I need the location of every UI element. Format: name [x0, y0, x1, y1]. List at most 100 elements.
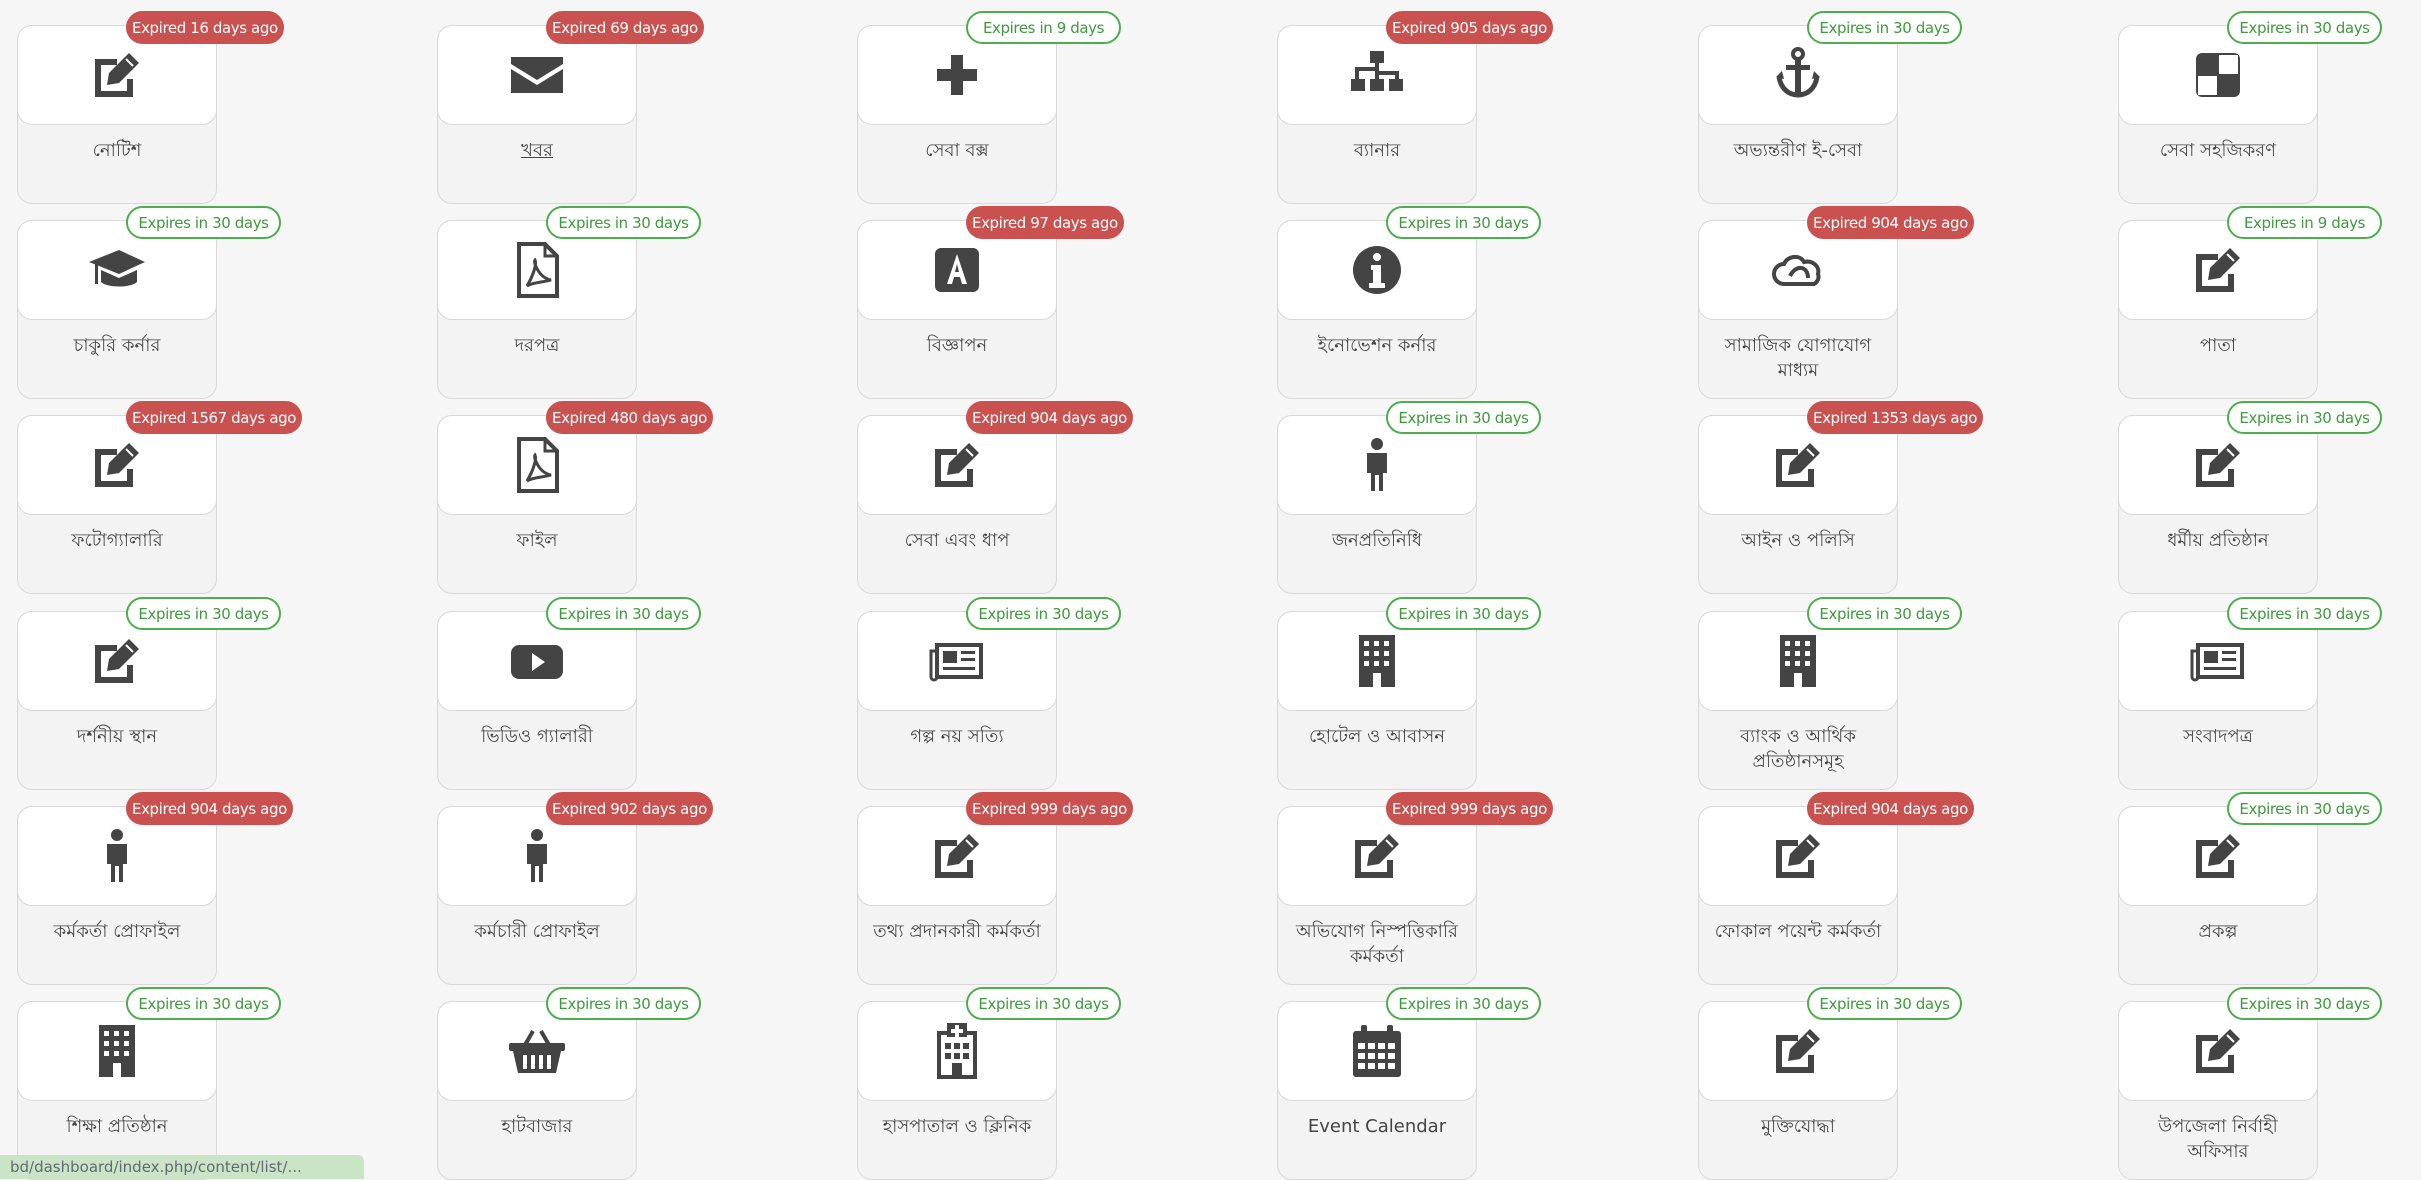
card-label: সেবা বক্স: [925, 140, 989, 161]
building-icon: [87, 1021, 147, 1081]
shopping-basket-icon: [507, 1021, 567, 1081]
edit-icon: [2188, 240, 2248, 300]
expires-badge: Expires in 30 days: [126, 987, 281, 1020]
card-label: ফটোগ্যালারি: [71, 530, 163, 551]
content-card-10[interactable]: ইনোভেশন কর্নার Expires in 30 days: [1277, 206, 1541, 399]
content-card-15[interactable]: সেবা এবং ধাপ Expired 904 days ago: [857, 401, 1133, 594]
card-label: Event Calendar: [1307, 1116, 1447, 1137]
card-label: অভ্যন্তরীণ ই-সেবা: [1733, 140, 1863, 161]
content-card-21[interactable]: গল্প নয় সত্যি Expires in 30 days: [857, 597, 1121, 790]
newspaper-icon: [2188, 631, 2248, 691]
card-label: মুক্তিযোদ্ধা: [1761, 1116, 1835, 1137]
card-label: কর্মচারী প্রোফাইল: [474, 921, 600, 942]
content-type-grid: নোটিশ Expired 16 days ago খবর Expired 69 da…: [0, 0, 2421, 1180]
person-icon: [507, 826, 567, 886]
graduation-cap-icon: [87, 240, 147, 300]
content-card-16[interactable]: জনপ্রতিনিধি Expires in 30 days: [1277, 401, 1541, 594]
content-card-20[interactable]: ভিডিও গ্যালারী Expires in 30 days: [437, 597, 701, 790]
envelope-icon: [507, 45, 567, 105]
content-card-24[interactable]: সংবাদপত্র Expires in 30 days: [2118, 597, 2382, 790]
content-card-34[interactable]: Event Calendar Expires in 30 days: [1277, 987, 1541, 1180]
card-label: বিজ্ঞাপন: [926, 335, 988, 356]
expired-badge: Expired 69 days ago: [546, 11, 704, 44]
expires-badge: Expires in 30 days: [966, 987, 1121, 1020]
expires-badge: Expires in 30 days: [1386, 401, 1541, 434]
card-label: ফাইল: [516, 530, 558, 551]
content-card-11[interactable]: সামাজিক যোগাযোগ মাধ্যম Expired 904 days a…: [1698, 206, 1974, 399]
expires-badge: Expires in 30 days: [2227, 597, 2382, 630]
content-card-1[interactable]: নোটিশ Expired 16 days ago: [17, 11, 284, 204]
expires-badge: Expires in 30 days: [546, 597, 701, 630]
edit-icon: [2188, 1021, 2248, 1081]
hospital-icon: [927, 1021, 987, 1081]
newspaper-icon: [927, 631, 987, 691]
content-card-30[interactable]: প্রকল্প Expires in 30 days: [2118, 792, 2382, 985]
content-card-14[interactable]: ফাইল Expired 480 days ago: [437, 401, 713, 594]
content-card-32[interactable]: হাটবাজার Expires in 30 days: [437, 987, 701, 1180]
content-card-29[interactable]: ফোকাল পয়েন্ট কর্মকর্তা Expired 904 days …: [1698, 792, 1974, 985]
expired-badge: Expired 904 days ago: [1807, 792, 1974, 825]
expires-badge: Expires in 30 days: [546, 206, 701, 239]
content-card-18[interactable]: ধর্মীয় প্রতিষ্ঠান Expires in 30 days: [2118, 401, 2382, 594]
card-label: হাসপাতাল ও ক্লিনিক: [882, 1116, 1032, 1137]
expires-badge: Expires in 30 days: [2227, 987, 2382, 1020]
expires-badge: Expires in 30 days: [1386, 597, 1541, 630]
content-card-12[interactable]: পাতা Expires in 9 days: [2118, 206, 2382, 399]
content-card-36[interactable]: উপজেলা নির্বাহী অফিসার Expires in 30 days: [2118, 987, 2382, 1180]
content-card-33[interactable]: হাসপাতাল ও ক্লিনিক Expires in 30 days: [857, 987, 1121, 1180]
expires-badge: Expires in 30 days: [1386, 987, 1541, 1020]
expired-badge: Expired 999 days ago: [1386, 792, 1553, 825]
expires-badge: Expires in 30 days: [2227, 401, 2382, 434]
expired-badge: Expired 97 days ago: [966, 206, 1124, 239]
expires-badge: Expires in 30 days: [1807, 987, 1962, 1020]
card-label: সেবা সহজিকরণ: [2159, 140, 2277, 161]
youtube-play-icon: [507, 631, 567, 691]
card-label: তথ্য প্রদানকারী কর্মকর্তা: [873, 921, 1041, 942]
content-card-19[interactable]: দর্শনীয় স্থান Expires in 30 days: [17, 597, 281, 790]
content-card-9[interactable]: বিজ্ঞাপন Expired 97 days ago: [857, 206, 1124, 399]
status-bar-url: bd/dashboard/index.php/content/list/...: [0, 1155, 364, 1179]
content-card-8[interactable]: দরপত্র Expires in 30 days: [437, 206, 701, 399]
card-label: জনপ্রতিনিধি: [1331, 530, 1423, 551]
content-card-4[interactable]: ব্যানার Expired 905 days ago: [1277, 11, 1553, 204]
person-icon: [1347, 435, 1407, 495]
expired-badge: Expired 904 days ago: [966, 401, 1133, 434]
content-card-22[interactable]: হোটেল ও আবাসন Expires in 30 days: [1277, 597, 1541, 790]
content-card-3[interactable]: সেবা বক্স Expires in 9 days: [857, 11, 1121, 204]
building-icon: [1768, 631, 1828, 691]
content-card-28[interactable]: অভিযোগ নিস্পত্তিকারি কর্মকর্তা Expired 99…: [1277, 792, 1553, 985]
expires-badge: Expires in 30 days: [126, 597, 281, 630]
content-card-25[interactable]: কর্মকর্তা প্রোফাইল Expired 904 days ago: [17, 792, 293, 985]
card-label: গল্প নয় সত্যি: [910, 726, 1004, 747]
card-label[interactable]: খবর: [438, 138, 636, 163]
content-card-23[interactable]: ব্যাংক ও আর্থিক প্রতিষ্ঠানসমূহ Expires in…: [1698, 597, 1962, 790]
content-card-5[interactable]: অভ্যন্তরীণ ই-সেবা Expires in 30 days: [1698, 11, 1962, 204]
card-label: হাটবাজার: [501, 1116, 573, 1137]
content-card-27[interactable]: তথ্য প্রদানকারী কর্মকর্তা Expired 999 day…: [857, 792, 1133, 985]
expired-badge: Expired 1353 days ago: [1807, 401, 1984, 434]
card-label: নোটিশ: [92, 140, 142, 161]
edit-icon: [1768, 435, 1828, 495]
expired-badge: Expired 999 days ago: [966, 792, 1133, 825]
card-label: দর্শনীয় স্থান: [76, 726, 158, 747]
content-card-2[interactable]: খবর Expired 69 days ago: [437, 11, 704, 204]
content-card-7[interactable]: চাকুরি কর্নার Expires in 30 days: [17, 206, 281, 399]
content-card-13[interactable]: ফটোগ্যালারি Expired 1567 days ago: [17, 401, 303, 594]
card-label: প্রকল্প: [2198, 921, 2238, 942]
content-card-35[interactable]: মুক্তিযোদ্ধা Expires in 30 days: [1698, 987, 1962, 1180]
edit-icon: [927, 435, 987, 495]
card-label: সেবা এবং ধাপ: [904, 530, 1010, 551]
expires-badge: Expires in 30 days: [1807, 597, 1962, 630]
card-label: চাকুরি কর্নার: [73, 335, 161, 356]
pdf-file-icon: [507, 435, 567, 495]
content-card-26[interactable]: কর্মচারী প্রোফাইল Expired 902 days ago: [437, 792, 713, 985]
content-card-6[interactable]: সেবা সহজিকরণ Expires in 30 days: [2118, 11, 2382, 204]
card-label: ব্যাংক ও আর্থিক প্রতিষ্ঠানসমূহ: [1740, 726, 1856, 772]
card-label: অভিযোগ নিস্পত্তিকারি কর্মকর্তা: [1296, 921, 1458, 967]
content-card-31[interactable]: শিক্ষা প্রতিষ্ঠান Expires in 30 days: [17, 987, 281, 1180]
content-card-17[interactable]: আইন ও পলিসি Expired 1353 days ago: [1698, 401, 1984, 594]
expires-badge: Expires in 30 days: [126, 206, 281, 239]
pdf-file-icon: [507, 240, 567, 300]
card-label: কর্মকর্তা প্রোফাইল: [53, 921, 181, 942]
edit-icon: [1347, 826, 1407, 886]
